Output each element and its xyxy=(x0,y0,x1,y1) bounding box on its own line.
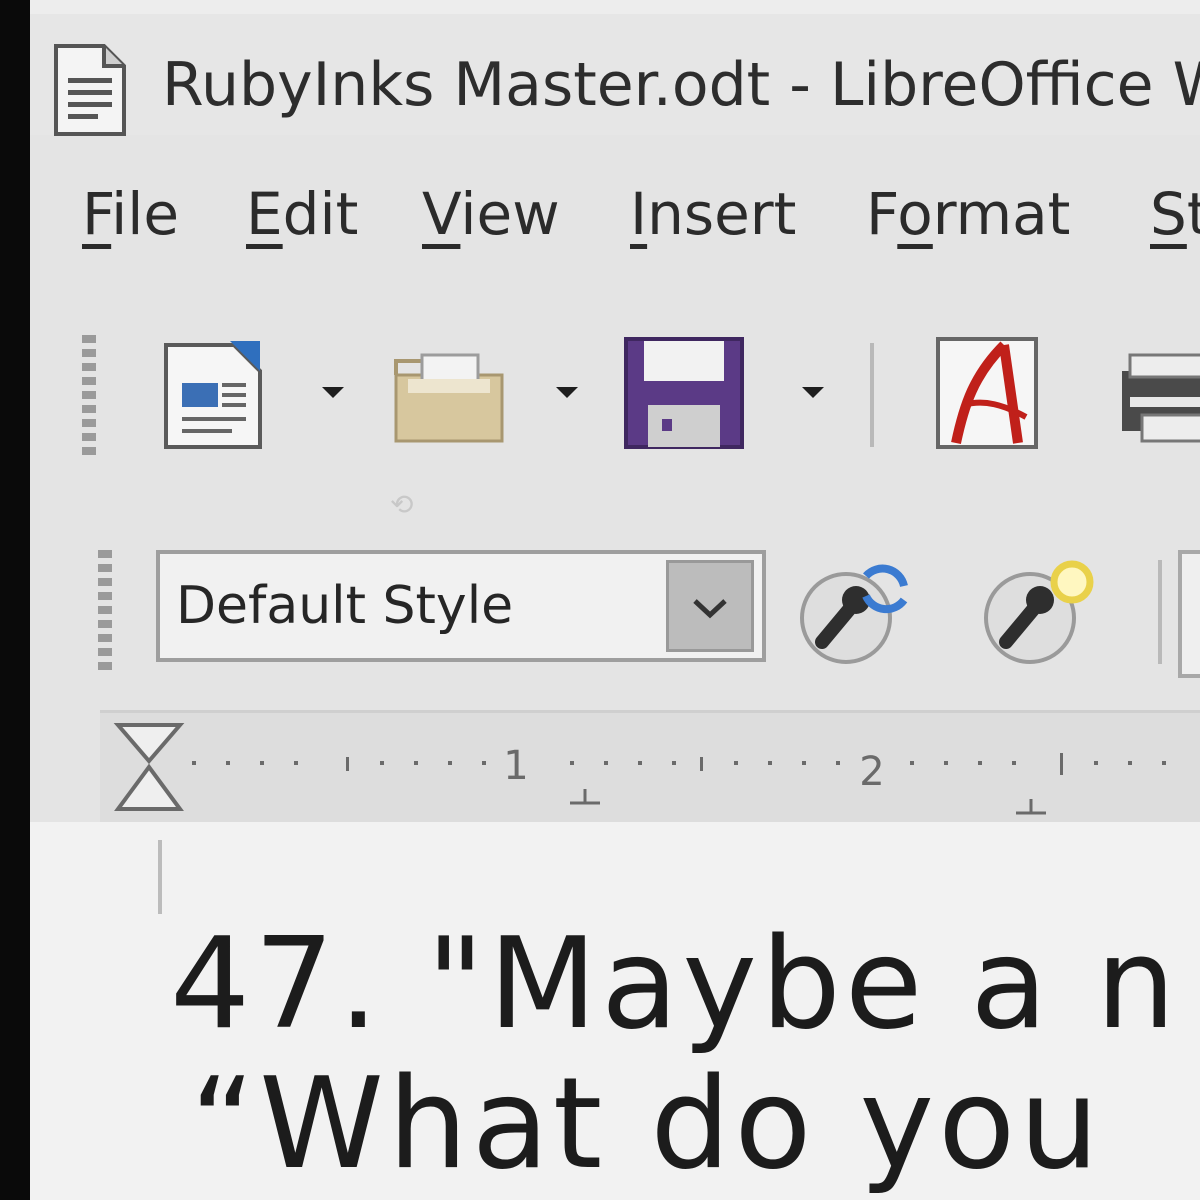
ruler-label-2: 2 xyxy=(859,749,884,795)
menu-insert-accel: I xyxy=(630,180,648,248)
menu-insert-label: nsert xyxy=(647,180,797,248)
toolbar-separator xyxy=(870,343,874,447)
menu-insert[interactable]: Insert xyxy=(630,180,796,248)
text-boundary-marker xyxy=(158,840,162,914)
menu-edit-accel: E xyxy=(246,180,283,248)
new-document-icon[interactable] xyxy=(160,335,266,451)
toolbar-grip-handle[interactable] xyxy=(82,335,96,455)
menu-styles-accel: S xyxy=(1150,180,1187,248)
new-style-icon[interactable] xyxy=(976,556,1102,666)
next-combobox-edge[interactable] xyxy=(1178,550,1200,678)
new-dropdown-arrow[interactable] xyxy=(322,387,344,398)
libreoffice-window: RubyInks Master.odt - LibreOffice W File… xyxy=(30,0,1200,1200)
menu-file-accel: F xyxy=(82,180,112,248)
tooltip-remnant: ⟲ xyxy=(390,488,414,521)
update-style-icon[interactable] xyxy=(792,556,918,666)
window-title: RubyInks Master.odt - LibreOffice W xyxy=(162,50,1200,120)
menu-styles[interactable]: St xyxy=(1150,180,1200,248)
menu-format[interactable]: Format xyxy=(866,180,1070,248)
document-page[interactable]: 47. "Maybe a n “What do you xyxy=(30,822,1200,1200)
save-icon[interactable] xyxy=(622,335,746,451)
menu-edit[interactable]: Edit xyxy=(246,180,358,248)
export-pdf-icon[interactable] xyxy=(934,335,1040,451)
paragraph-style-combobox[interactable] xyxy=(156,550,766,662)
menu-format-prefix: F xyxy=(866,180,898,248)
formatting-toolbar xyxy=(30,520,1200,700)
document-paragraph-line[interactable]: 47. "Maybe a n xyxy=(170,910,1180,1057)
open-dropdown-arrow[interactable] xyxy=(556,387,578,398)
ruler-label-1: 1 xyxy=(503,743,528,789)
indent-hourglass-icon xyxy=(113,723,185,811)
menu-view-label: iew xyxy=(460,180,560,248)
menu-edit-label: dit xyxy=(282,180,359,248)
open-folder-icon[interactable] xyxy=(392,345,506,445)
print-icon[interactable] xyxy=(1120,345,1200,445)
paragraph-style-input[interactable] xyxy=(176,554,646,658)
horizontal-ruler[interactable]: 1 2 xyxy=(100,710,1200,828)
toolbar-separator xyxy=(1158,560,1162,664)
title-bar: RubyInks Master.odt - LibreOffice W xyxy=(30,0,1200,138)
style-dropdown-button[interactable] xyxy=(666,560,754,652)
menu-file-label: ile xyxy=(111,180,180,248)
writer-document-icon xyxy=(52,42,128,138)
save-dropdown-arrow[interactable] xyxy=(802,387,824,398)
toolbar-grip-handle[interactable] xyxy=(98,550,112,670)
menu-view[interactable]: View xyxy=(422,180,560,248)
menu-view-accel: V xyxy=(422,180,461,248)
menu-file[interactable]: File xyxy=(82,180,179,248)
tab-stop-marker xyxy=(570,789,1046,815)
menu-bar: File Edit View Insert Format St xyxy=(30,150,1200,280)
document-paragraph-line[interactable]: “What do you xyxy=(190,1050,1103,1197)
menu-format-label: rmat xyxy=(932,180,1071,248)
standard-toolbar xyxy=(30,315,1200,475)
menu-format-accel: o xyxy=(897,180,933,248)
chevron-down-icon xyxy=(693,599,727,619)
menu-styles-label: t xyxy=(1186,180,1200,248)
